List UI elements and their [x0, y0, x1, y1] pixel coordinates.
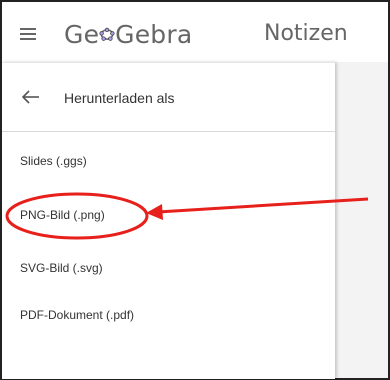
main-canvas-area [335, 62, 388, 378]
geogebra-logo: Ge Gebra [64, 19, 193, 49]
download-option-pdf[interactable]: PDF-Dokument (.pdf) [20, 308, 134, 322]
app-name: Notizen [264, 21, 348, 46]
app-header: Ge Gebra Notizen [2, 2, 388, 62]
geogebra-logo-icon [99, 27, 115, 41]
panel-title: Herunterladen als [64, 90, 175, 106]
hamburger-menu-icon[interactable] [20, 28, 38, 40]
panel-header: Herunterladen als [2, 63, 335, 132]
download-option-png[interactable]: PNG-Bild (.png) [20, 208, 105, 222]
download-option-svg[interactable]: SVG-Bild (.svg) [20, 261, 103, 275]
back-arrow-icon[interactable] [21, 90, 40, 104]
download-option-slides[interactable]: Slides (.ggs) [20, 154, 87, 168]
